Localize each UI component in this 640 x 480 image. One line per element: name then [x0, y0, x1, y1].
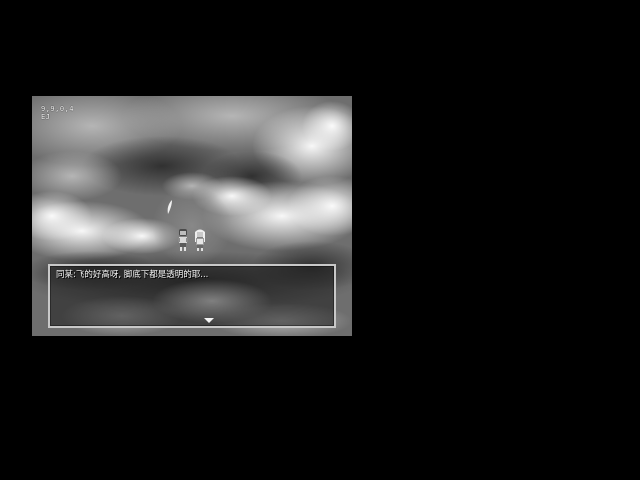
- next-arrow-icon[interactable]: [204, 318, 214, 323]
- debug-label: EJ: [41, 113, 51, 121]
- debug-coordinates: 9,9,0,4: [41, 105, 75, 113]
- game-screen: 9,9,0,4 EJ 同某:飞的好高呀, 脚底下都是透明的耶...: [0, 0, 640, 480]
- character-sprite-right: [195, 229, 205, 251]
- game-viewport[interactable]: 9,9,0,4 EJ 同某:飞的好高呀, 脚底下都是透明的耶...: [32, 96, 352, 336]
- dialog-text: 同某:飞的好高呀, 脚底下都是透明的耶...: [56, 270, 209, 280]
- feather-icon: [167, 200, 172, 214]
- character-sprite-left: [178, 229, 188, 251]
- message-window[interactable]: 同某:飞的好高呀, 脚底下都是透明的耶...: [48, 264, 336, 328]
- debug-readout: 9,9,0,4 EJ: [41, 105, 74, 121]
